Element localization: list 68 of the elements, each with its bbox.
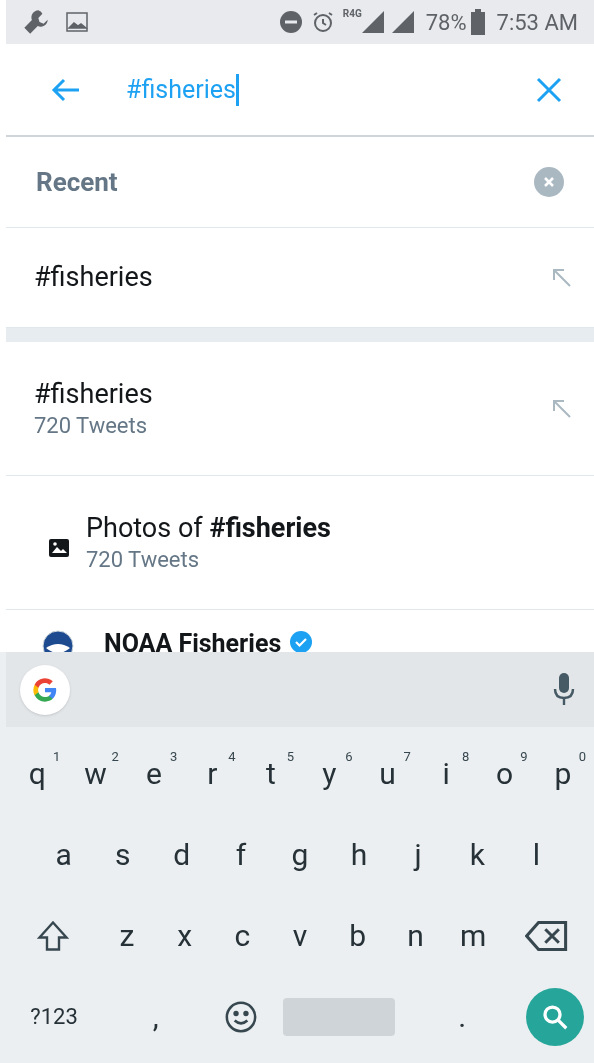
search-key[interactable]: [526, 987, 584, 1046]
wrench-icon: [22, 8, 50, 36]
key[interactable]: l: [506, 819, 566, 890]
key-hint: 7: [403, 747, 411, 766]
key[interactable]: o 9: [475, 738, 534, 809]
battery-icon: [470, 9, 485, 35]
key-hint: 9: [520, 747, 528, 766]
close-icon: [544, 177, 554, 187]
key[interactable]: z: [98, 900, 156, 971]
microphone-icon: [552, 672, 576, 707]
key-hint: 2: [111, 747, 119, 766]
signal-icon: [361, 11, 384, 33]
key-hint: 8: [461, 747, 470, 766]
key[interactable]: x: [155, 900, 214, 971]
key[interactable]: u 7: [358, 738, 417, 809]
key[interactable]: d: [152, 819, 212, 890]
search-text: #fisheries: [126, 73, 236, 106]
do-not-disturb-icon: [278, 10, 303, 34]
key[interactable]: c: [213, 900, 272, 971]
key[interactable]: g: [270, 819, 330, 890]
suggestion-item[interactable]: #fisheries 720 Tweets: [34, 376, 550, 441]
tweet-count: 720 Tweets: [34, 411, 149, 440]
key[interactable]: ,: [100, 981, 212, 1052]
close-icon: [536, 76, 562, 103]
image-icon: [66, 12, 88, 32]
network-label: R4G: [342, 7, 362, 21]
key-hint: 5: [286, 747, 295, 766]
tweet-count: 720 Tweets: [86, 545, 201, 574]
back-arrow-icon: [51, 77, 81, 102]
key[interactable]: y 6: [300, 738, 359, 809]
key-hint: 4: [228, 747, 236, 766]
key-hint: 0: [578, 747, 587, 766]
battery-level: 78%: [425, 8, 467, 37]
key[interactable]: n: [386, 900, 445, 971]
google-logo-icon: [31, 675, 59, 704]
key[interactable]: h: [329, 819, 389, 890]
key[interactable]: k: [447, 819, 507, 890]
section-title: Recent: [36, 165, 118, 199]
key-hint: 6: [345, 747, 353, 766]
key[interactable]: p 0: [533, 738, 593, 809]
key[interactable]: i 8: [416, 738, 476, 809]
key[interactable]: m: [444, 900, 503, 971]
suggestion-item[interactable]: Photos of #fisheries 720 Tweets: [86, 510, 331, 575]
clear-recent-button[interactable]: [534, 167, 564, 197]
image-icon: [48, 537, 70, 558]
key[interactable]: b: [328, 900, 387, 971]
symbols-key[interactable]: ?123: [8, 981, 100, 1052]
recent-search-item[interactable]: #fisheries: [34, 257, 550, 298]
key[interactable]: t 5: [241, 738, 301, 809]
clock: 7:53 AM: [496, 8, 578, 37]
key[interactable]: r 4: [183, 738, 242, 809]
google-button[interactable]: [20, 664, 70, 715]
signal-icon: [391, 11, 414, 33]
key-hint: 1: [53, 747, 61, 766]
key[interactable]: q 1: [8, 738, 67, 809]
key[interactable]: .: [406, 981, 518, 1052]
key[interactable]: j: [388, 819, 448, 890]
key[interactable]: v: [271, 900, 329, 971]
key[interactable]: s: [93, 819, 153, 890]
key-hint: 3: [169, 747, 178, 766]
hashtag-title: #fisheries: [34, 376, 154, 411]
backspace-icon: [525, 918, 570, 953]
smiley-icon: [224, 999, 259, 1034]
key[interactable]: a: [34, 819, 94, 890]
key[interactable]: f: [211, 819, 271, 890]
key[interactable]: e 3: [124, 738, 184, 809]
account-name: NOAA Fisheries: [104, 628, 282, 652]
photos-title: Photos of #fisheries: [86, 510, 331, 545]
